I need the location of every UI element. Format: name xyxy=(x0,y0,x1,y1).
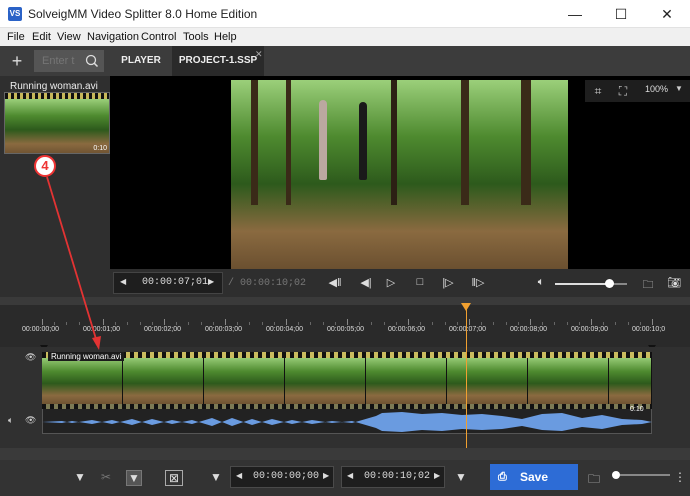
annotation-arrow xyxy=(46,176,101,350)
app-window: VS SolveigMM Video Splitter 8.0 Home Edi… xyxy=(0,0,690,496)
annotation-number: 4 xyxy=(34,155,56,177)
